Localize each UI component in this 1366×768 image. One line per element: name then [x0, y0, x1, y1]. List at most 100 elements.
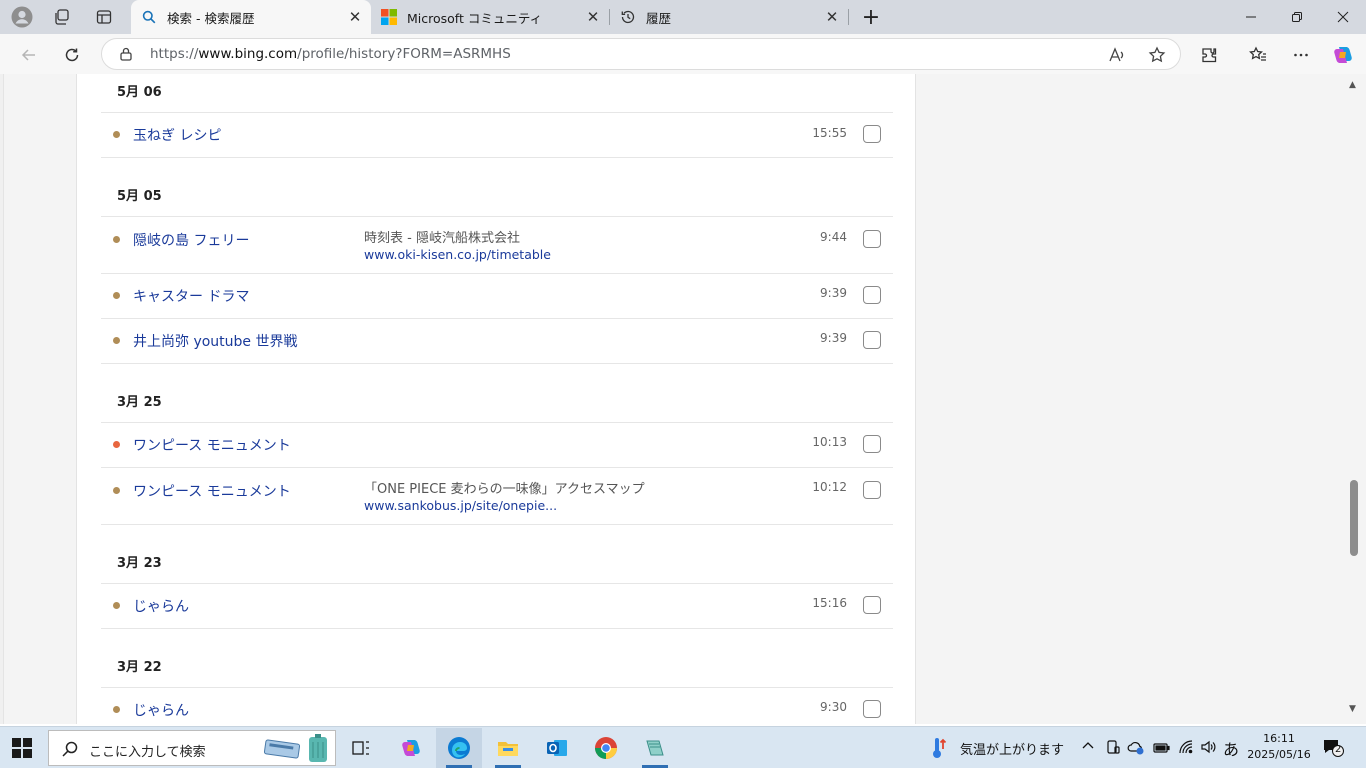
history-dot — [113, 292, 120, 299]
page-scrollbar[interactable]: ▲ ▼ — [1347, 74, 1362, 724]
result-url-link[interactable]: www.sankobus.jp/site/onepie... — [364, 498, 557, 513]
app-window-icon[interactable] — [632, 728, 678, 768]
history-row[interactable]: じゃらん 15:16 — [101, 583, 893, 628]
lock-icon[interactable] — [118, 46, 134, 62]
history-checkbox[interactable] — [863, 286, 881, 304]
scroll-up-icon[interactable]: ▲ — [1349, 80, 1356, 90]
show-hidden-icons-icon[interactable] — [1081, 739, 1095, 757]
notification-icon[interactable]: 2 — [1322, 738, 1344, 758]
divider — [101, 157, 893, 158]
history-dot — [113, 706, 120, 713]
battery-icon[interactable] — [1153, 739, 1171, 759]
result-url-link[interactable]: www.oki-kisen.co.jp/timetable — [364, 247, 551, 262]
close-tab-icon[interactable]: ✕ — [822, 7, 842, 27]
wifi-icon[interactable] — [1178, 739, 1194, 759]
divider — [101, 363, 893, 364]
tab-microsoft-community[interactable]: Microsoft コミュニティ ✕ — [371, 0, 609, 34]
result-title: 「ONE PIECE 麦わらの一味像」アクセスマップ — [364, 482, 645, 497]
history-dot — [113, 602, 120, 609]
profile-icon[interactable] — [10, 5, 34, 29]
history-time: 10:12 — [812, 480, 847, 494]
history-time: 10:13 — [812, 435, 847, 449]
history-checkbox[interactable] — [863, 125, 881, 143]
browser-toolbar: https://www.bing.com/profile/history?FOR… — [0, 34, 1366, 74]
windows-start-icon[interactable] — [12, 738, 32, 758]
chrome-icon[interactable] — [583, 728, 629, 768]
copilot-icon[interactable] — [1330, 42, 1356, 68]
history-query-link[interactable]: じゃらん — [133, 700, 189, 720]
history-checkbox[interactable] — [863, 331, 881, 349]
search-icon — [141, 9, 157, 25]
history-checkbox[interactable] — [863, 230, 881, 248]
edge-browser-icon[interactable] — [436, 728, 482, 768]
history-row[interactable]: ワンピース モニュメント 10:13 — [101, 422, 893, 467]
tab-history[interactable]: 履歴 ✕ — [610, 0, 848, 34]
volume-icon[interactable] — [1200, 739, 1218, 759]
taskbar-search-box[interactable]: ここに入力して検索 — [48, 730, 336, 766]
tab-separator — [848, 9, 849, 25]
phone-link-icon[interactable] — [1105, 739, 1121, 759]
history-row[interactable]: 井上尚弥 youtube 世界戦 9:39 — [101, 318, 893, 363]
history-query-link[interactable]: 玉ねぎ レシピ — [133, 125, 221, 145]
history-checkbox[interactable] — [863, 700, 881, 718]
page-content: 5月 06 玉ねぎ レシピ 15:55 5月 05 隠岐の島 フェリー 時刻表 … — [0, 74, 1366, 724]
history-checkbox[interactable] — [863, 435, 881, 453]
restore-icon[interactable] — [1274, 0, 1320, 34]
read-aloud-icon[interactable] — [1106, 44, 1128, 66]
favorite-star-icon[interactable] — [1146, 44, 1168, 66]
minimize-icon[interactable] — [1228, 0, 1274, 34]
microsoft-logo-icon — [381, 9, 397, 25]
search-history-list: 5月 06 玉ねぎ レシピ 15:55 5月 05 隠岐の島 フェリー 時刻表 … — [76, 74, 916, 724]
scrollbar-thumb[interactable] — [1350, 480, 1358, 556]
refresh-icon[interactable] — [59, 42, 85, 68]
divider — [101, 628, 893, 629]
copilot-taskbar-icon[interactable] — [388, 728, 434, 768]
history-checkbox[interactable] — [863, 481, 881, 499]
tab-title: Microsoft コミュニティ — [407, 10, 543, 26]
more-options-icon[interactable] — [1288, 42, 1314, 68]
vertical-tabs-icon[interactable] — [92, 5, 116, 29]
close-window-icon[interactable] — [1320, 0, 1366, 34]
clock[interactable]: 16:11 2025/05/16 — [1244, 731, 1314, 763]
history-query-link[interactable]: ワンピース モニュメント — [133, 481, 291, 501]
history-query-link[interactable]: 隠岐の島 フェリー — [133, 230, 249, 250]
tab-search-history[interactable]: 検索 - 検索履歴 ✕ — [131, 0, 371, 34]
task-view-icon[interactable] — [338, 728, 384, 768]
favorites-icon[interactable] — [1245, 42, 1271, 68]
history-query-link[interactable]: ワンピース モニュメント — [133, 435, 291, 455]
history-row[interactable]: ワンピース モニュメント 「ONE PIECE 麦わらの一味像」アクセスマップ … — [101, 467, 893, 524]
onedrive-icon[interactable] — [1127, 739, 1145, 759]
history-row[interactable]: 隠岐の島 フェリー 時刻表 - 隠岐汽船株式会社 www.oki-kisen.c… — [101, 216, 893, 273]
address-bar[interactable]: https://www.bing.com/profile/history?FOR… — [101, 38, 1181, 70]
url-text[interactable]: https://www.bing.com/profile/history?FOR… — [150, 46, 511, 62]
result-title: 時刻表 - 隠岐汽船株式会社 — [364, 231, 520, 246]
history-checkbox[interactable] — [863, 596, 881, 614]
extensions-icon[interactable] — [1196, 42, 1222, 68]
history-row[interactable]: 玉ねぎ レシピ 15:55 — [101, 112, 893, 157]
history-query-link[interactable]: 井上尚弥 youtube 世界戦 — [133, 331, 298, 351]
history-dot — [113, 131, 120, 138]
new-tab-icon[interactable]: + — [858, 4, 884, 30]
history-query-link[interactable]: キャスター ドラマ — [133, 286, 249, 306]
history-row[interactable]: キャスター ドラマ 9:39 — [101, 273, 893, 318]
date-header: 5月 06 — [117, 85, 162, 100]
thermometer-icon — [930, 737, 948, 759]
weather-widget[interactable]: 気温が上がります — [930, 737, 1064, 759]
close-tab-icon[interactable]: ✕ — [345, 7, 365, 27]
clock-date: 2025/05/16 — [1247, 748, 1311, 761]
weather-text: 気温が上がります — [960, 742, 1065, 758]
tab-strip: 検索 - 検索履歴 ✕ Microsoft コミュニティ ✕ 履歴 ✕ + — [0, 0, 1366, 34]
close-tab-icon[interactable]: ✕ — [583, 7, 603, 27]
notification-count: 2 — [1335, 744, 1342, 755]
file-explorer-icon[interactable] — [485, 728, 531, 768]
ime-indicator[interactable]: あ — [1223, 736, 1239, 760]
page-left-edge — [0, 74, 4, 724]
scroll-down-icon[interactable]: ▼ — [1349, 704, 1356, 714]
back-icon[interactable] — [16, 42, 42, 68]
workspaces-icon[interactable] — [50, 5, 74, 29]
history-time: 9:39 — [820, 331, 847, 345]
history-time: 9:39 — [820, 286, 847, 300]
history-row[interactable]: じゃらん 9:30 — [101, 687, 893, 724]
history-query-link[interactable]: じゃらん — [133, 596, 189, 616]
outlook-icon[interactable] — [534, 728, 580, 768]
